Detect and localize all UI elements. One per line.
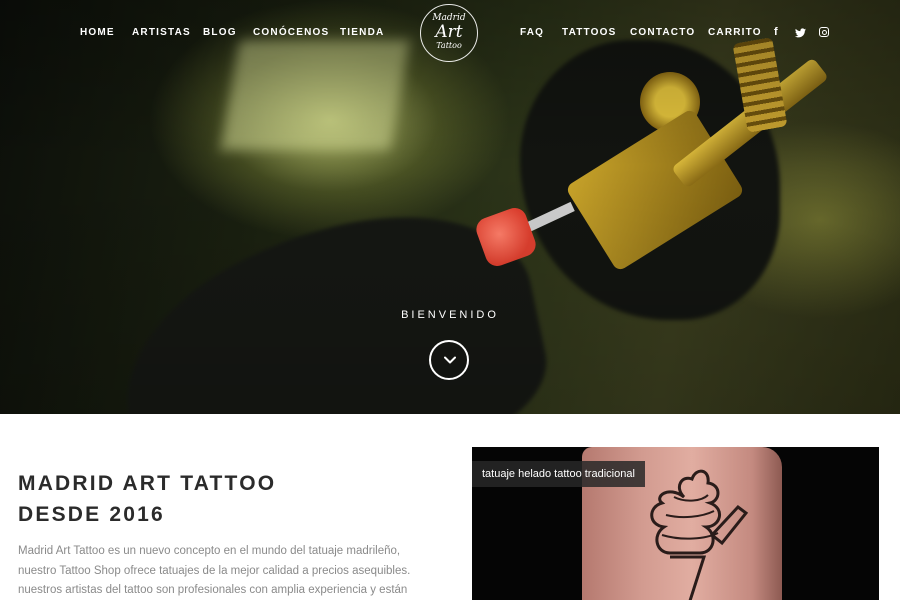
facebook-icon[interactable]: f xyxy=(774,26,778,38)
nav-item-artistas[interactable]: ARTISTAS xyxy=(132,27,191,38)
nav-item-faq[interactable]: FAQ xyxy=(520,27,544,38)
nav-item-conocenos[interactable]: CONÓCENOS xyxy=(253,27,329,38)
logo-text-tattoo: Tattoo xyxy=(436,41,462,50)
nav-item-contacto[interactable]: CONTACTO xyxy=(630,27,695,38)
twitter-icon[interactable] xyxy=(795,28,806,38)
intro-title-line2: DESDE 2016 xyxy=(18,503,165,526)
hero-welcome-text: BIENVENIDO xyxy=(401,309,499,321)
nav-item-home[interactable]: HOME xyxy=(80,27,115,38)
scroll-down-button[interactable] xyxy=(429,340,469,380)
intro-section: MADRID ART TATTOO DESDE 2016 Madrid Art … xyxy=(0,414,900,600)
nav-item-tienda[interactable]: TIENDA xyxy=(340,27,384,38)
intro-description: Madrid Art Tattoo es un nuevo concepto e… xyxy=(18,545,411,596)
intro-title: MADRID ART TATTOO DESDE 2016 xyxy=(18,468,276,530)
chevron-down-icon xyxy=(444,356,456,364)
logo-text-art: Art xyxy=(435,22,463,42)
nav-item-tattoos[interactable]: TATTOOS xyxy=(562,27,617,38)
instagram-icon[interactable] xyxy=(819,27,829,37)
photo-caption: tatuaje helado tattoo tradicional xyxy=(472,461,645,487)
gallery-photo[interactable]: tatuaje helado tattoo tradicional xyxy=(472,447,879,600)
nav-item-blog[interactable]: BLOG xyxy=(203,27,237,38)
nav-item-carrito[interactable]: CARRITO xyxy=(708,27,762,38)
main-navigation: HOME ARTISTAS BLOG CONÓCENOS TIENDA Madr… xyxy=(0,0,900,66)
site-logo[interactable]: Madrid Art Tattoo xyxy=(420,4,478,62)
intro-title-line1: MADRID ART TATTOO xyxy=(18,472,277,495)
hero-section: HOME ARTISTAS BLOG CONÓCENOS TIENDA Madr… xyxy=(0,0,900,414)
